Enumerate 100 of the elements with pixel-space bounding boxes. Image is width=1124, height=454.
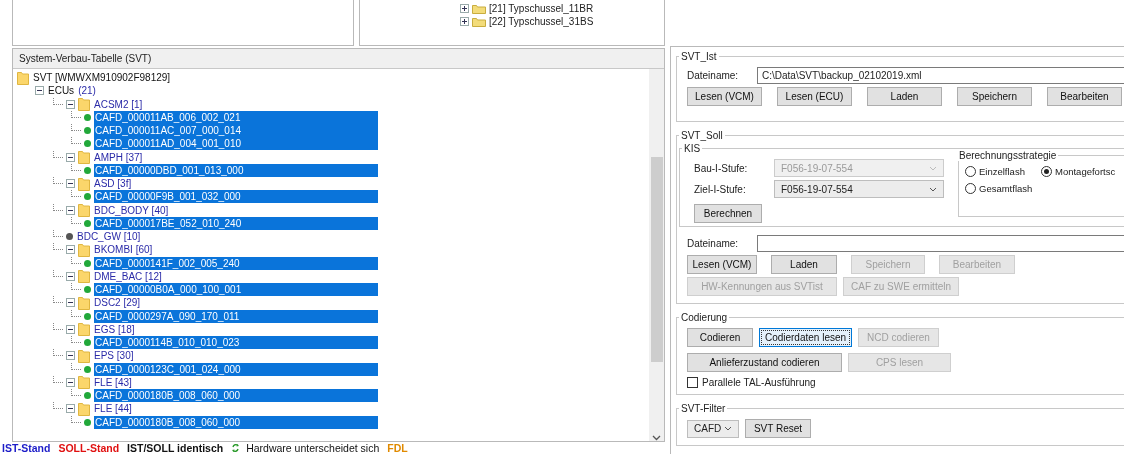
group-title: Codierung bbox=[680, 312, 729, 323]
dropdown[interactable]: F056-19-07-554 bbox=[774, 180, 944, 198]
dropdown-value: F056-19-07-554 bbox=[781, 183, 853, 195]
tree-item[interactable]: AMPH [37] bbox=[93, 151, 144, 163]
folder-icon bbox=[78, 401, 90, 416]
checkbox[interactable] bbox=[687, 377, 698, 388]
folder-icon bbox=[472, 3, 486, 14]
collapse-icon[interactable] bbox=[66, 324, 75, 334]
radio-button[interactable] bbox=[1041, 166, 1052, 177]
tree-item[interactable]: BDC_BODY [40] bbox=[93, 204, 170, 216]
dropdown-value: CAFD bbox=[694, 423, 722, 434]
scrollbar[interactable] bbox=[649, 69, 664, 441]
tree-item[interactable]: CAFD_000011AC_007_000_014 bbox=[94, 124, 378, 138]
tree-item[interactable]: CAFD_0000123C_001_024_000 bbox=[94, 362, 378, 376]
tree-item[interactable]: BKOMBI [60] bbox=[93, 244, 154, 256]
collapse-icon[interactable] bbox=[66, 245, 75, 255]
item-count: (21) bbox=[78, 85, 96, 97]
collapse-icon[interactable] bbox=[66, 271, 75, 281]
button[interactable]: SVT Reset bbox=[745, 419, 811, 438]
group-title: SVT-Filter bbox=[680, 403, 727, 414]
dropdown[interactable]: CAFD bbox=[687, 419, 739, 438]
button[interactable]: Anlieferzustand codieren bbox=[687, 353, 842, 372]
field-label: Ziel-I-Stufe: bbox=[694, 183, 747, 195]
folder-icon bbox=[78, 295, 90, 310]
tree-item[interactable]: CAFD_0000180B_008_060_000 bbox=[94, 415, 378, 429]
button[interactable]: Berechnen bbox=[694, 204, 762, 223]
tree-item[interactable]: CAFD_0000180B_008_060_000 bbox=[94, 389, 378, 403]
radio-button[interactable] bbox=[965, 183, 976, 194]
tree-item[interactable]: CAFD_000011AD_004_001_010 bbox=[94, 137, 378, 151]
button[interactable]: Codierdaten lesen bbox=[759, 328, 852, 347]
collapse-icon[interactable] bbox=[66, 99, 75, 109]
collapse-icon[interactable] bbox=[66, 179, 75, 189]
tree-item[interactable]: EPS [30] bbox=[93, 350, 135, 362]
button[interactable]: Codieren bbox=[687, 328, 753, 347]
tree-item[interactable]: CAFD_0000297A_090_170_011 bbox=[94, 309, 378, 323]
dropdown-caret-icon bbox=[724, 426, 732, 431]
filename-field[interactable]: C:\Data\SVT\backup_02102019.xml bbox=[757, 67, 1124, 84]
tree-item[interactable]: FLE [44] bbox=[93, 403, 133, 415]
radio-label: Montagefortsc bbox=[1055, 166, 1116, 177]
button[interactable]: Laden bbox=[867, 87, 942, 106]
legend-label: IST-Stand bbox=[2, 442, 51, 454]
dropdown-caret-icon bbox=[929, 165, 937, 171]
tree-item[interactable]: CAFD_0000114B_010_010_023 bbox=[94, 336, 378, 350]
button[interactable]: Lesen (VCM) bbox=[687, 87, 762, 106]
folder-icon bbox=[78, 348, 90, 363]
expand-icon[interactable] bbox=[460, 17, 469, 26]
collapse-icon[interactable] bbox=[66, 205, 75, 215]
legend-label: Hardware unterscheidet sich bbox=[246, 442, 380, 454]
tree-item[interactable]: CAFD_0000141F_002_005_240 bbox=[94, 256, 378, 270]
folder-icon bbox=[78, 242, 90, 257]
collapse-icon[interactable] bbox=[35, 86, 44, 96]
dropdown-caret-icon bbox=[929, 186, 937, 192]
tree-item[interactable]: CAFD_00000DBD_001_013_000 bbox=[94, 163, 378, 177]
scroll-thumb[interactable] bbox=[650, 156, 663, 362]
collapse-icon[interactable] bbox=[66, 152, 75, 162]
tree-item[interactable]: CAFD_000017BE_052_010_240 bbox=[94, 216, 378, 230]
folder-icon bbox=[17, 70, 29, 85]
tree-item[interactable]: ACSM2 [1] bbox=[93, 98, 144, 110]
tree-item[interactable]: DME_BAC [12] bbox=[93, 270, 163, 282]
folder-icon bbox=[78, 97, 90, 112]
field-label: Bau-I-Stufe: bbox=[694, 162, 749, 174]
tree-item[interactable]: SVT [WMWXM910902F98129] bbox=[32, 72, 172, 84]
tree-item[interactable]: [22] Typschussel_31BS bbox=[489, 16, 594, 27]
radio-label: Einzelflash bbox=[979, 166, 1025, 177]
legend-label: SOLL-Stand bbox=[58, 442, 120, 454]
tree-item[interactable]: [21] Typschussel_11BR bbox=[489, 3, 594, 14]
checkbox-label: Parallele TAL-Ausführung bbox=[702, 377, 816, 388]
button[interactable]: Bearbeiten bbox=[1047, 87, 1122, 106]
tree-item[interactable]: DSC2 [29] bbox=[93, 297, 142, 309]
group-title: Berechnungsstrategie bbox=[958, 150, 1058, 161]
button[interactable]: Lesen (VCM) bbox=[687, 255, 757, 274]
tree-item[interactable]: CAFD_00000B0A_000_100_001 bbox=[94, 283, 378, 297]
group-title: SVT_Soll bbox=[680, 130, 724, 141]
expand-icon[interactable] bbox=[460, 4, 469, 13]
tree-item[interactable]: CAFD_000011AB_006_002_021 bbox=[94, 110, 378, 124]
tree-item[interactable]: ASD [3f] bbox=[93, 178, 133, 190]
radio-label: Gesamtflash bbox=[979, 183, 1033, 194]
collapse-icon[interactable] bbox=[66, 404, 75, 414]
panel-title: System-Verbau-Tabelle (SVT) bbox=[13, 49, 664, 69]
legend-label: IST/SOLL identisch bbox=[127, 442, 224, 454]
folder-icon bbox=[78, 375, 90, 390]
legend-label: FDL bbox=[387, 442, 408, 454]
tree-item[interactable]: BDC_GW [10] bbox=[76, 231, 142, 243]
button[interactable]: Speichern bbox=[957, 87, 1032, 106]
collapse-icon[interactable] bbox=[66, 351, 75, 361]
folder-icon bbox=[78, 176, 90, 191]
filename-field[interactable] bbox=[757, 235, 1124, 252]
collapse-icon[interactable] bbox=[66, 377, 75, 387]
tree-item[interactable]: FLE [43] bbox=[93, 376, 133, 388]
radio-button[interactable] bbox=[965, 166, 976, 177]
collapse-icon[interactable] bbox=[66, 298, 75, 308]
folder-icon bbox=[78, 322, 90, 337]
scroll-down-icon[interactable] bbox=[652, 435, 661, 441]
button[interactable]: Laden bbox=[771, 255, 837, 274]
tree-item[interactable]: CAFD_00000F9B_001_032_000 bbox=[94, 190, 378, 204]
folder-icon bbox=[472, 16, 486, 27]
tree-item[interactable]: ECUs bbox=[47, 85, 76, 97]
field-label: Dateiname: bbox=[687, 238, 740, 249]
button[interactable]: Lesen (ECU) bbox=[777, 87, 852, 106]
tree-item[interactable]: EGS [18] bbox=[93, 323, 136, 335]
